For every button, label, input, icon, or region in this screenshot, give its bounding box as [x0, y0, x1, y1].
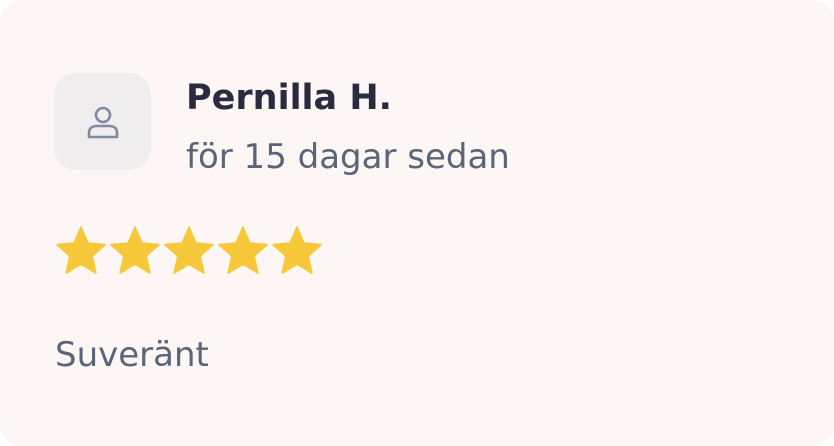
star-icon — [110, 226, 160, 274]
review-card: Pernilla H. för 15 dagar sedan Suveränt — [0, 0, 834, 446]
star-icon — [218, 226, 268, 274]
star-rating — [54, 225, 324, 277]
star-icon — [56, 226, 106, 274]
star-icon — [164, 226, 214, 274]
avatar — [54, 73, 151, 170]
user-icon — [87, 106, 118, 138]
review-date: för 15 dagar sedan — [186, 137, 510, 177]
star-icon — [272, 226, 322, 274]
review-text: Suveränt — [55, 335, 209, 375]
reviewer-name: Pernilla H. — [186, 78, 392, 118]
